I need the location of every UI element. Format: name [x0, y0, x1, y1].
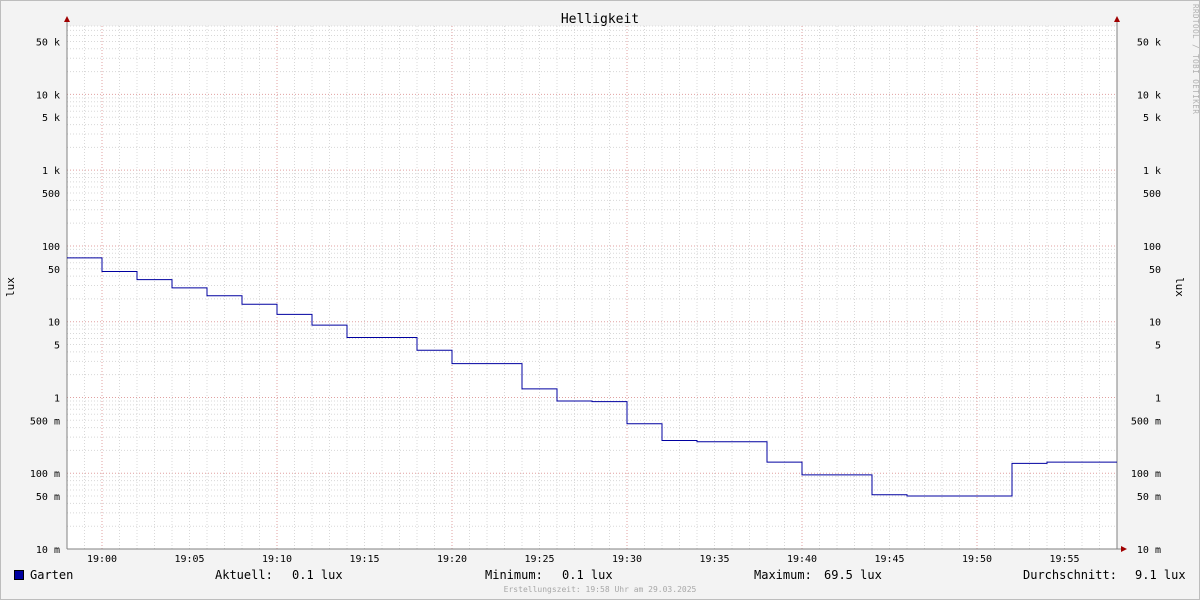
y-tick-label-right: 10	[1149, 318, 1161, 329]
x-tick-label: 19:35	[699, 554, 729, 565]
creation-timestamp: Erstellungszeit: 19:58 Uhr am 29.03.2025	[503, 585, 697, 594]
legend-series-name: Garten	[30, 568, 74, 582]
x-tick-label: 19:15	[349, 554, 379, 565]
x-tick-label: 19:45	[874, 554, 904, 565]
y-tick-label-left: 500 m	[30, 416, 60, 427]
legend-min-value: 0.1 lux	[562, 568, 613, 582]
x-tick-label: 19:20	[437, 554, 467, 565]
y-axis-label-right: lux	[1173, 277, 1186, 297]
y-tick-label-right: 10 m	[1137, 545, 1161, 556]
y-tick-label-left: 500	[42, 189, 60, 200]
x-tick-label: 19:05	[174, 554, 204, 565]
y-tick-label-right: 100 m	[1131, 469, 1161, 480]
legend-current-label: Aktuell:	[215, 568, 273, 582]
y-tick-label-right: 100	[1143, 242, 1161, 253]
y-tick-label-left: 10	[48, 318, 60, 329]
x-tick-label: 19:50	[962, 554, 992, 565]
legend-min-label: Minimum:	[485, 568, 543, 582]
chart-title: Helligkeit	[561, 12, 639, 27]
y-axis-label-left: lux	[4, 277, 17, 297]
y-tick-label-right: 10 k	[1137, 90, 1161, 101]
legend-max-value: 69.5 lux	[824, 568, 882, 582]
rrdtool-watermark: RRDTOOL / TOBI OETIKER	[1191, 4, 1200, 115]
x-tick-label: 19:25	[524, 554, 554, 565]
grid-lines	[66, 25, 1118, 550]
legend-avg-value: 9.1 lux	[1135, 568, 1186, 582]
y-tick-label-right: 5 k	[1143, 113, 1161, 124]
y-tick-label-left: 50 m	[36, 492, 60, 503]
x-axis-arrow	[1121, 546, 1127, 552]
legend-swatch-garten	[14, 570, 24, 580]
legend-avg-label: Durchschnitt:	[1023, 568, 1117, 582]
y-tick-label-right: 50 k	[1137, 37, 1161, 48]
legend-max-label: Maximum:	[754, 568, 812, 582]
y-tick-label-left: 1	[54, 393, 60, 404]
y-tick-label-left: 5 k	[42, 113, 60, 124]
y-tick-label-right: 50	[1149, 265, 1161, 276]
y-tick-label-right: 5	[1155, 341, 1161, 352]
x-tick-label: 19:55	[1049, 554, 1079, 565]
y-tick-label-right: 500	[1143, 189, 1161, 200]
y-axis-arrow-left	[64, 16, 70, 22]
x-tick-label: 19:30	[612, 554, 642, 565]
chart-canvas: Helligkeit 50 k 50 k 10 k 10 k 5 k 5 k 1 k 1 k 50…	[4, 12, 1186, 565]
x-tick-label: 19:00	[87, 554, 117, 565]
y-tick-label-right: 1	[1155, 393, 1161, 404]
x-tick-label: 19:10	[262, 554, 292, 565]
y-tick-label-left: 5	[54, 341, 60, 352]
y-tick-label-left: 50 k	[36, 37, 60, 48]
legend-current-value: 0.1 lux	[292, 568, 343, 582]
y-tick-label-right: 500 m	[1131, 416, 1161, 427]
y-tick-label-left: 10 k	[36, 90, 60, 101]
y-tick-label-left: 10 m	[36, 545, 60, 556]
y-tick-label-left: 50	[48, 265, 60, 276]
y-axis-arrow-right	[1114, 16, 1120, 22]
y-tick-label-right: 1 k	[1143, 166, 1161, 177]
y-tick-label-left: 100	[42, 242, 60, 253]
y-tick-label-right: 50 m	[1137, 492, 1161, 503]
x-tick-label: 19:40	[787, 554, 817, 565]
y-tick-label-left: 1 k	[42, 166, 60, 177]
y-tick-label-left: 100 m	[30, 469, 60, 480]
